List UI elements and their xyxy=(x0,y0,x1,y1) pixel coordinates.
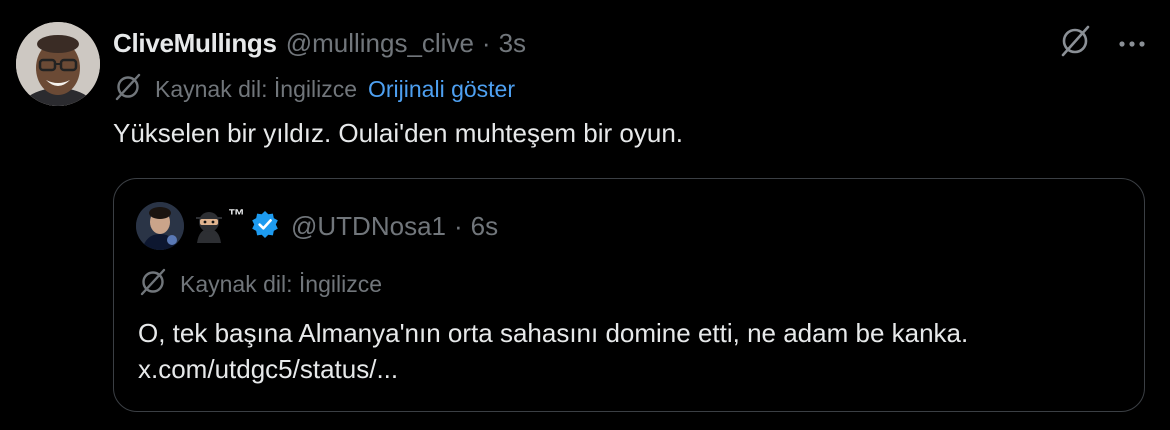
quote-text: O, tek başına Almanya'nın orta sahasını … xyxy=(138,315,968,387)
quote-separator-dot: · xyxy=(453,210,463,241)
translation-bar: Kaynak dil: İngilizce Orijinali göster xyxy=(113,72,515,106)
quote-header: ™ @UTDNosa1 · 6s xyxy=(136,201,498,251)
tweet-timestamp[interactable]: 3s xyxy=(499,28,526,59)
quote-link[interactable]: x.com/utdgc5/status/... xyxy=(138,351,968,387)
translate-icon xyxy=(138,267,168,302)
tweet[interactable]: CliveMullings @mullings_clive · 3s Kayna… xyxy=(0,0,1170,430)
trademark-label: ™ xyxy=(228,206,245,225)
quote-text-line: O, tek başına Almanya'nın orta sahasını … xyxy=(138,318,969,348)
translate-icon xyxy=(113,72,143,107)
quote-translation-bar: Kaynak dil: İngilizce xyxy=(138,267,382,301)
quote-source-language-label: Kaynak dil: İngilizce xyxy=(180,270,382,297)
tweet-top-actions xyxy=(1058,24,1146,63)
verified-badge-icon[interactable] xyxy=(251,210,279,243)
tweet-header: CliveMullings @mullings_clive · 3s xyxy=(113,26,526,60)
ninja-emoji-icon xyxy=(192,209,226,243)
author-name[interactable]: CliveMullings xyxy=(113,28,277,59)
quote-author-handle[interactable]: @UTDNosa1 xyxy=(291,211,446,242)
grok-icon[interactable] xyxy=(1058,24,1092,63)
show-original-link[interactable]: Orijinali göster xyxy=(368,76,515,103)
tweet-text: Yükselen bir yıldız. Oulai'den muhteşem … xyxy=(113,118,684,148)
quoted-tweet[interactable]: ™ @UTDNosa1 · 6s Kaynak dil: İngilizce O xyxy=(113,178,1145,412)
source-language-label: Kaynak dil: İngilizce xyxy=(155,75,357,102)
author-avatar[interactable] xyxy=(16,22,100,106)
quote-author-avatar[interactable] xyxy=(136,202,184,250)
author-handle[interactable]: @mullings_clive xyxy=(286,28,474,59)
quote-timestamp[interactable]: 6s xyxy=(471,211,498,242)
more-icon[interactable] xyxy=(1118,35,1146,53)
separator-dot: · xyxy=(481,27,491,58)
